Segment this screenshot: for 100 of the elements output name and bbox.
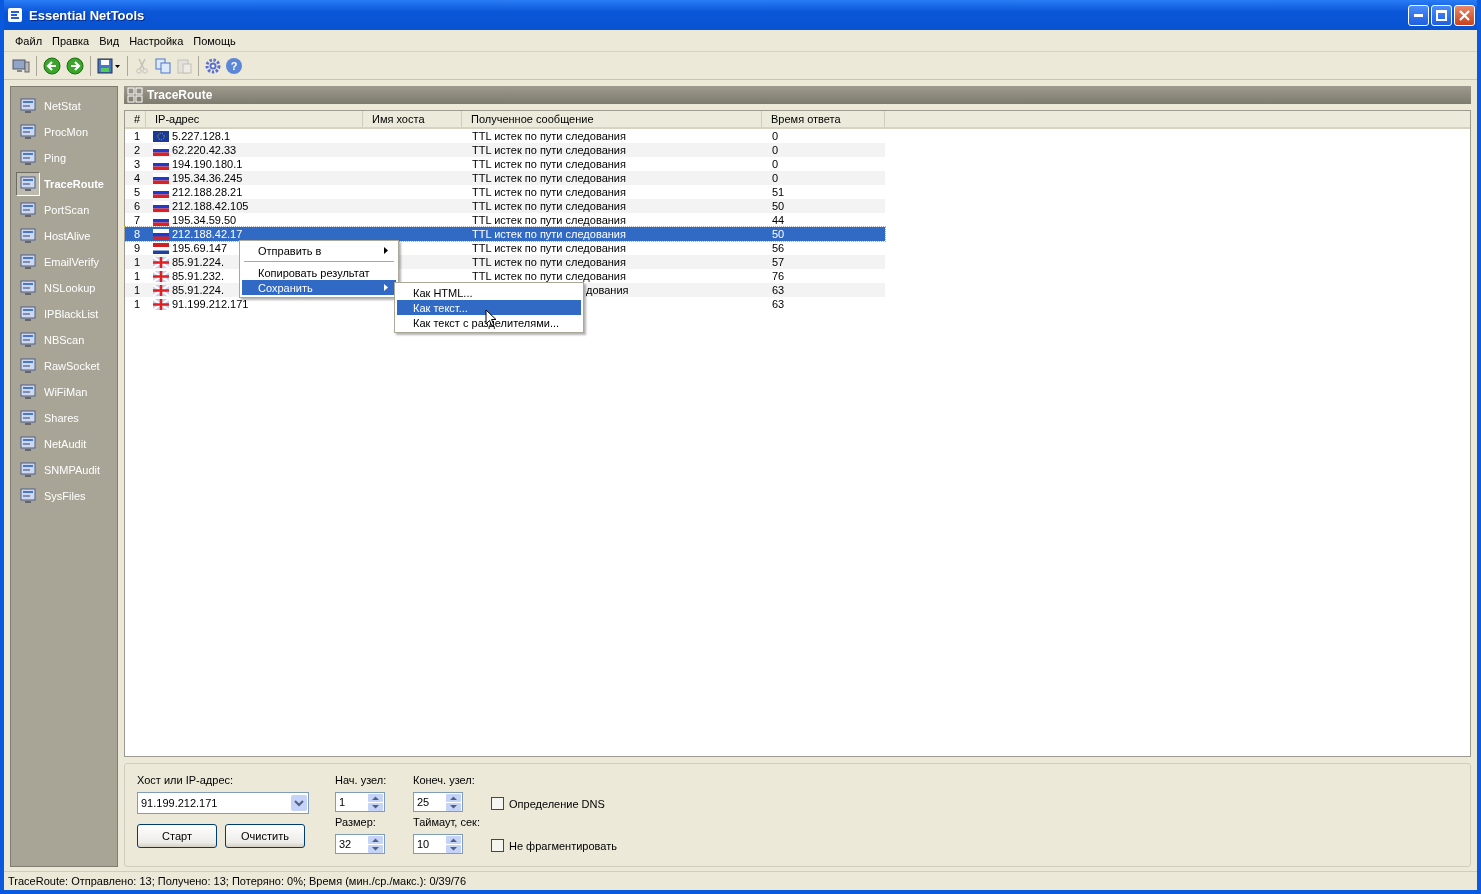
checkbox[interactable]: Не фрагментировать xyxy=(491,839,617,852)
table-cell-text: 56 xyxy=(771,242,786,254)
table-cell: 212.188.42.105 xyxy=(172,200,249,212)
menu-item[interactable]: Файл xyxy=(10,34,48,47)
maximize-button[interactable] xyxy=(1431,4,1452,26)
table-cell: TTL истек по пути следования xyxy=(472,214,626,226)
number-spinner[interactable]: 1 xyxy=(335,792,385,812)
spin-arrows-icon xyxy=(446,793,461,811)
tool-icon xyxy=(16,172,40,196)
field-label: Хост или IP-адрес: xyxy=(137,774,235,786)
menu-item[interactable]: Вид xyxy=(94,34,125,47)
copy-icon[interactable] xyxy=(153,55,173,76)
table-cell-text: 57 xyxy=(771,256,786,268)
minimize-button[interactable] xyxy=(1408,4,1429,26)
table-cell: TTL истек по пути следования xyxy=(472,144,626,156)
close-button[interactable] xyxy=(1454,4,1475,26)
spin-arrows-icon xyxy=(368,835,383,853)
table-cell-text: 50 xyxy=(771,200,786,212)
app-icon xyxy=(7,7,23,23)
table-cell: дования xyxy=(586,284,629,296)
table-cell: TTL истек по пути следования xyxy=(472,270,626,282)
table-cell-text: 63 xyxy=(771,298,786,310)
menu-item[interactable]: Копировать результат xyxy=(242,265,396,280)
field-label: Таймаут, сек: xyxy=(413,816,481,828)
table-cell: 62.220.42.33 xyxy=(172,144,237,156)
minimize-icon xyxy=(1414,13,1423,17)
column-header[interactable]: # xyxy=(125,111,146,127)
menu-item[interactable]: Как HTML... xyxy=(397,285,581,300)
number-spinner[interactable]: 10 xyxy=(413,834,463,854)
table-cell: TTL истек по пути следования xyxy=(472,242,626,254)
table-cell: 85.91.232. xyxy=(172,270,224,282)
flag-icon xyxy=(153,228,169,240)
table-cell-text: 0 xyxy=(771,144,780,156)
table-cell-text: 44 xyxy=(771,214,786,226)
dropdown-icon xyxy=(291,795,307,811)
number-spinner[interactable]: 25 xyxy=(413,792,463,812)
number-spinner[interactable]: 32 xyxy=(335,834,385,854)
column-header[interactable]: Время ответа xyxy=(762,111,885,127)
table-cell-text: 63 xyxy=(771,284,786,296)
flag-icon xyxy=(153,242,169,254)
status-bar: TraceRoute: Отправлено: 13; Получено: 13; Потеряно: 0%; Время (мин./ср./макс.): 0/39/76 xyxy=(4,871,1477,890)
table-cell-text: 0 xyxy=(771,130,780,142)
table-cell: TTL истек по пути следования xyxy=(472,228,626,240)
table-cell: 194.190.180.1 xyxy=(172,158,243,170)
checkbox[interactable]: Определение DNS xyxy=(491,797,617,810)
table-cell: 5.227.128.1 xyxy=(172,130,231,142)
clear-button[interactable]: Очистить xyxy=(225,824,305,848)
table-cell: 195.69.147 xyxy=(172,242,228,254)
panel-title: TraceRoute xyxy=(147,88,213,102)
back-icon[interactable] xyxy=(41,54,63,77)
menu-item[interactable]: Как текст... xyxy=(397,300,581,315)
table-cell: 212.188.42.17 xyxy=(172,228,243,240)
field-label: Размер: xyxy=(335,816,377,828)
table-cell-text: 5 xyxy=(133,186,142,198)
table-cell-text: 76 xyxy=(771,270,786,282)
table-cell: TTL истек по пути следования xyxy=(472,158,626,170)
close-icon xyxy=(1459,9,1470,21)
flag-icon xyxy=(153,130,169,142)
column-header[interactable]: Имя хоста xyxy=(363,111,462,127)
table-cell-text: 1 xyxy=(133,298,142,310)
start-button[interactable]: Старт xyxy=(137,824,217,848)
table-cell-text: 1 xyxy=(133,284,142,296)
table-cell-text: 8 xyxy=(133,228,142,240)
table-cell: TTL истек по пути следования xyxy=(472,256,626,268)
field-label: Конеч. узел: xyxy=(413,774,476,786)
table-cell: 212.188.28.21 xyxy=(172,186,243,198)
host-combobox[interactable]: 91.199.212.171 xyxy=(137,792,309,814)
table-cell: TTL истек по пути следования xyxy=(472,186,626,198)
menu-item[interactable]: Правка xyxy=(47,34,95,47)
field-label: Нач. узел: xyxy=(335,774,388,786)
flag-icon xyxy=(153,298,169,310)
spin-arrows-icon xyxy=(446,835,461,853)
table-cell-text: 51 xyxy=(771,186,786,198)
column-header[interactable]: Полученное сообщение xyxy=(462,111,762,127)
table-cell-text: 1 xyxy=(133,256,142,268)
menu-item[interactable]: Сохранить xyxy=(242,280,396,295)
table-cell-text: 0 xyxy=(771,172,780,184)
table-cell: 195.34.36.245 xyxy=(172,172,243,184)
table-cell: 91.199.212.171 xyxy=(172,298,249,310)
table-cell: TTL истек по пути следования xyxy=(472,130,626,142)
menu-item[interactable]: Отправить в xyxy=(242,243,396,258)
menu-item[interactable]: Помощь xyxy=(188,34,241,47)
table-cell-text: 9 xyxy=(133,242,142,254)
maximize-icon xyxy=(1436,9,1447,21)
table-cell-text: 1 xyxy=(133,130,142,142)
table-cell-text: 2 xyxy=(133,144,142,156)
table-cell: 85.91.224. xyxy=(172,256,224,268)
submenu-arrow-icon xyxy=(384,284,388,291)
table-cell: TTL истек по пути следования xyxy=(472,200,626,212)
window-title: Essential NetTools xyxy=(29,7,146,23)
table-cell-text: 50 xyxy=(771,228,786,240)
table-cell-text: 4 xyxy=(133,172,142,184)
table-cell-text: 7 xyxy=(133,214,142,226)
table-cell: 85.91.224. xyxy=(172,284,224,296)
spin-arrows-icon xyxy=(368,793,383,811)
forward-icon[interactable] xyxy=(64,54,86,77)
table-cell-text: 0 xyxy=(771,158,780,170)
column-header[interactable]: IP-адрес xyxy=(146,111,363,127)
save-icon[interactable] xyxy=(95,55,123,76)
menu-item[interactable]: Настройка xyxy=(124,34,189,47)
